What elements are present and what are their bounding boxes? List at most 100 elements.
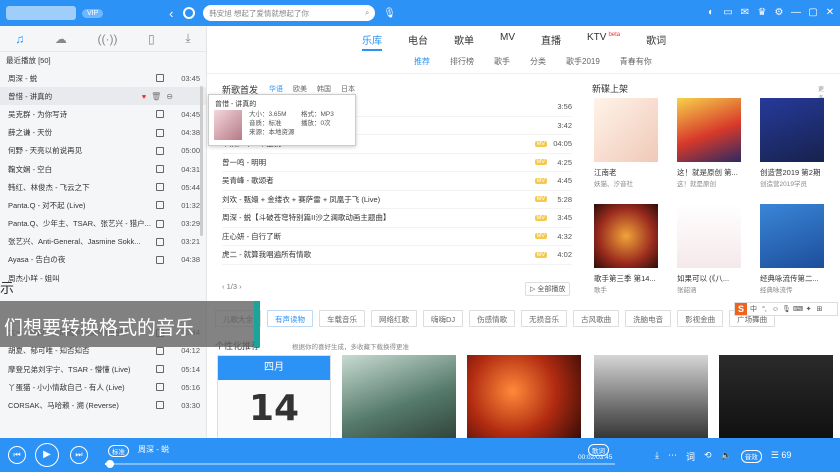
album-card[interactable]: 创造营2019 第2期 创造营2019学员 — [760, 98, 832, 188]
sub-tab-5[interactable]: 青春有你 — [620, 56, 652, 67]
playlist-cover[interactable] — [467, 355, 581, 445]
download-icon[interactable]: ⤓ — [655, 450, 659, 463]
track-row[interactable]: 吴克群 - 为你写诗 04:45 — [0, 105, 206, 123]
sub-tab-3[interactable]: 分类 — [530, 56, 546, 67]
track-row[interactable]: 张艺兴、Anti-General、Jasmine Sokk... 03:21 — [0, 233, 206, 251]
album-title[interactable]: 这！就是原创 第... — [677, 167, 749, 178]
tab-3[interactable]: MV — [500, 32, 515, 51]
radio-icon[interactable]: ((·)) — [98, 32, 118, 46]
category-tag[interactable]: 伤感情歌 — [469, 310, 516, 327]
volume-icon[interactable]: 🔈 — [721, 450, 732, 463]
microphone-icon[interactable]: 🎙 — [383, 8, 396, 19]
mv-icon[interactable] — [156, 346, 164, 355]
more-icon[interactable]: ⊖ — [166, 92, 173, 101]
track-row[interactable]: 韩红、林俊杰 - 飞云之下 05:44 — [0, 178, 206, 196]
playlist-cover[interactable] — [594, 355, 708, 445]
song-row[interactable]: 吴青峰 - 歌颂者 MV 4:45 — [222, 172, 572, 191]
lyrics-icon[interactable]: 词 — [686, 450, 695, 463]
play-icon[interactable]: ▶ — [35, 443, 59, 467]
tab-6[interactable]: 歌词 — [646, 32, 666, 51]
tab-0[interactable]: 乐库 — [362, 32, 382, 51]
scrollbar[interactable] — [200, 86, 203, 236]
mv-icon[interactable] — [156, 219, 164, 228]
back-icon[interactable]: ‹ — [163, 6, 179, 21]
settings-icon[interactable]: ⚙ — [773, 5, 785, 21]
region-tab-0[interactable]: 华语 — [269, 84, 283, 94]
track-row[interactable]: 丫蛋猫 - 小小情敌自己 - 有人 (Live) 05:16 — [0, 378, 206, 396]
song-row[interactable]: 刘欢 - 甄嬛 + 金缕衣 + 赛萨雷 + 凤凰于飞 (Live) MV 5:28 — [222, 191, 572, 209]
mv-icon[interactable] — [156, 128, 164, 137]
more-options-icon[interactable]: ⋯ — [668, 450, 677, 463]
album-title[interactable]: 如果可以 (《八... — [677, 273, 749, 284]
mv-badge-icon[interactable]: MV — [534, 159, 547, 166]
music-note-icon[interactable]: ♫ — [15, 32, 24, 46]
sub-tab-1[interactable]: 排行榜 — [450, 56, 474, 67]
album-artist[interactable]: 创造营2019学员 — [760, 178, 832, 188]
mv-icon[interactable] — [156, 365, 164, 374]
category-tag[interactable]: 洗脑电音 — [625, 310, 672, 327]
song-row[interactable]: 曾一鸣 - 明明 MV 4:25 — [222, 154, 572, 172]
mv-badge-icon[interactable]: MV — [534, 177, 547, 184]
region-tab-3[interactable]: 日本 — [341, 84, 355, 94]
mv-icon[interactable] — [156, 165, 164, 174]
album-title[interactable]: 经典咏流传第二... — [760, 273, 832, 284]
vip-badge[interactable]: VIP — [82, 8, 104, 18]
track-row[interactable]: 曾惜 - 讲真的 ♥ 🗑 ⊖ — [0, 87, 206, 106]
playlist-cover[interactable] — [719, 355, 833, 445]
recent-plays-header[interactable]: 最近播放 [50] — [0, 52, 206, 69]
ime-skin-icon[interactable]: ✦ — [804, 305, 813, 313]
album-card[interactable]: 经典咏流传第二... 经典咏流传 — [760, 204, 832, 294]
sound-effect-button[interactable]: 音效 — [740, 450, 762, 463]
category-tag[interactable]: 无损音乐 — [521, 310, 568, 327]
mv-icon[interactable] — [156, 237, 164, 246]
tab-2[interactable]: 歌单 — [454, 32, 474, 51]
album-title[interactable]: 江南老 — [594, 167, 666, 178]
region-tab-2[interactable]: 韩国 — [317, 84, 331, 94]
search-icon[interactable]: ⌕ — [365, 8, 369, 18]
ime-emoji-icon[interactable]: ☺ — [771, 306, 780, 313]
album-title[interactable]: 创造营2019 第2期 — [760, 167, 832, 178]
album-artist[interactable]: 张韶涵 — [677, 284, 749, 294]
ime-chinese-icon[interactable]: 中 — [749, 304, 758, 314]
refresh-icon[interactable] — [183, 7, 196, 19]
playlist-cover[interactable] — [342, 355, 456, 445]
mv-badge-icon[interactable]: MV — [534, 196, 547, 203]
region-tab-1[interactable]: 欧美 — [293, 84, 307, 94]
album-cover[interactable] — [760, 204, 832, 268]
song-row[interactable]: 周深 - 蜕【斗破苍穹特别篇II沙之澜歌动画主题曲】 MV 3:45 — [222, 209, 572, 228]
category-tag[interactable]: 嗨嗨DJ — [423, 310, 464, 327]
sub-tab-4[interactable]: 歌手2019 — [566, 56, 600, 67]
message-icon[interactable]: ▭ — [722, 5, 734, 21]
track-row[interactable]: 薛之谦 - 天份 04:38 — [0, 124, 206, 142]
vip-icon[interactable]: ♛ — [756, 5, 768, 21]
mv-badge-icon[interactable]: MV — [534, 251, 547, 258]
track-row[interactable]: 周杰小咩 - 姐叫 — [0, 269, 206, 287]
mv-badge-icon[interactable]: MV — [534, 233, 547, 240]
search-input[interactable]: 韩安旭 想起了爱情就想起了你 ⌕ — [203, 5, 376, 21]
album-cover[interactable] — [594, 98, 666, 162]
cloud-icon[interactable]: ☁ — [55, 32, 67, 46]
mv-icon[interactable] — [156, 74, 164, 83]
album-card[interactable]: 这！就是原创 第... 这！就是原创 — [677, 98, 749, 188]
sub-tab-2[interactable]: 歌手 — [494, 56, 510, 67]
mail-icon[interactable]: ✉ — [739, 5, 751, 21]
download-icon[interactable]: ⤓ — [185, 31, 190, 46]
loop-icon[interactable]: ⟲ — [704, 450, 712, 463]
pager[interactable]: ‹ 1/3 › — [222, 282, 242, 291]
mv-icon[interactable] — [156, 255, 164, 264]
album-card[interactable]: 江南老 妖猫、汐音社 — [594, 98, 666, 188]
track-row[interactable]: 何野 - 天亮以前说再见 05:00 — [0, 142, 206, 160]
mv-icon[interactable] — [156, 401, 164, 410]
track-row[interactable]: 鞠文娴 - 空白 04:31 — [0, 160, 206, 178]
tab-5[interactable]: KTV — [587, 32, 606, 51]
mv-icon[interactable] — [156, 383, 164, 392]
album-artist[interactable]: 妖猫、汐音社 — [594, 178, 666, 188]
album-cover[interactable] — [677, 204, 749, 268]
ime-grid-icon[interactable]: ⊞ — [815, 305, 824, 313]
skin-icon[interactable]: ◐ — [705, 5, 717, 21]
track-row[interactable]: CORSAK、马哈赖 - 溯 (Reverse) 03:30 — [0, 396, 206, 414]
mv-icon[interactable] — [156, 110, 164, 119]
now-playing-title[interactable]: 周深 - 蜕 — [138, 444, 169, 455]
album-artist[interactable]: 这！就是原创 — [677, 178, 749, 188]
track-row[interactable]: 摩登兄弟刘宇宁、TSAR - 懵懂 (Live) 05:14 — [0, 360, 206, 378]
